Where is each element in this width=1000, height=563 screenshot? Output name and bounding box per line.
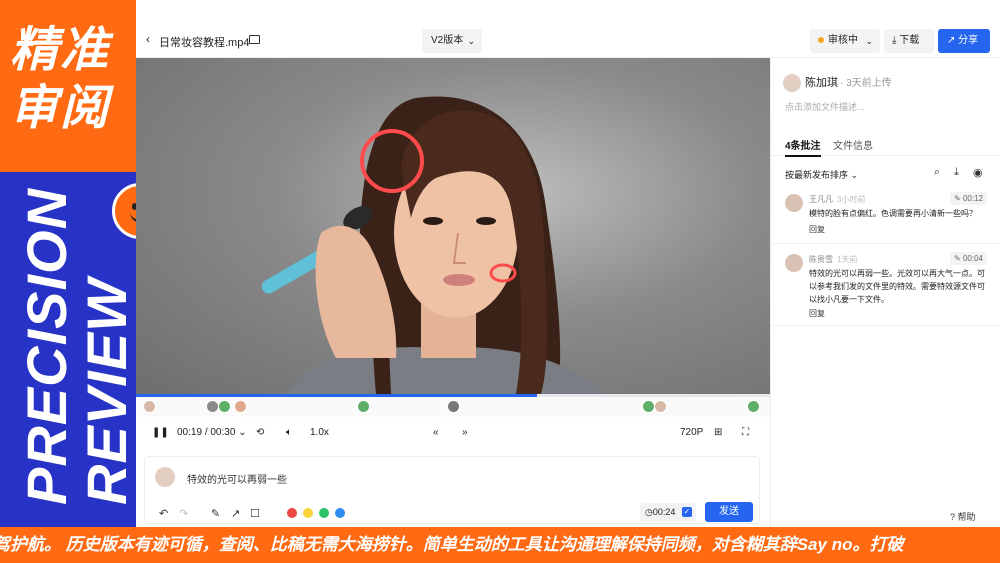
chevron-down-icon: ⌄ (865, 36, 873, 46)
panel-tabs: 4条批注 文件信息 (771, 130, 1000, 157)
video-frame[interactable] (136, 58, 770, 394)
comment-marker[interactable] (447, 400, 460, 413)
share-icon: ↗ (947, 35, 956, 46)
grid-icon[interactable]: ⊞ (714, 427, 722, 438)
promo-banner: 精准 审阅 PRECISION REVIEW (0, 0, 136, 527)
promo-cn-title: 精准 审阅 (10, 24, 111, 135)
arrow-icon[interactable]: ↗ (231, 507, 240, 520)
eye-icon[interactable]: ◉ (973, 166, 983, 179)
comment-timecode[interactable]: ✎ 00:12 (950, 192, 987, 205)
avatar (785, 194, 803, 212)
download-icon[interactable]: ⤓ (954, 166, 959, 179)
reply-button[interactable]: 回复 (809, 224, 825, 235)
chevron-left-icon[interactable]: ‹ (146, 32, 150, 46)
comment-marker[interactable] (747, 400, 760, 413)
tab-comments[interactable]: 4条批注 (785, 137, 821, 157)
color-yellow[interactable] (303, 508, 313, 518)
folder-icon[interactable] (249, 35, 260, 44)
comment-item[interactable]: 王凡凡 3小时前 ✎ 00:12 模特的脸有点偏红。色调需要再小清新一些吗？ 回复 (771, 188, 1000, 244)
volume-icon[interactable]: 🔈︎ (286, 427, 292, 438)
top-bar: ‹ 日常妆容教程.mp4 V2版本 ⌄ 审核中 ⌄ ⤓ 下载 ↗ 分享 (136, 22, 1000, 58)
version-select[interactable]: V2版本 ⌄ (422, 29, 482, 53)
clock-icon: ◷ (645, 507, 653, 517)
share-button[interactable]: ↗ 分享 (938, 29, 990, 53)
prev-frame-button[interactable]: « (433, 427, 439, 438)
avatar (783, 74, 801, 93)
timecode-chip[interactable]: ◷00:24 ✓ (640, 503, 696, 521)
sort-select[interactable]: 按最新发布排序 ⌄ (785, 168, 858, 181)
comment-composer: 特效的光可以再弱一些 ↶ ↷ ✎ ↗ ☐ ◷00:24 ✓ 发送 (144, 456, 760, 524)
status-dot (818, 37, 824, 44)
avatar (155, 467, 175, 487)
comment-marker[interactable] (357, 400, 370, 413)
description-placeholder[interactable]: 点击添加文件描述... (785, 100, 865, 113)
review-status-button[interactable]: 审核中 ⌄ (810, 29, 880, 53)
comment-body: 特效的光可以再弱一些。光效可以再大气一点。可以参考我们发的文件里的特效。需要特效… (809, 269, 985, 304)
review-panel: 陈加琪 · 3天前上传 点击添加文件描述... 4条批注 文件信息 按最新发布排序… (770, 58, 1000, 527)
color-green[interactable] (319, 508, 329, 518)
comment-marker[interactable] (218, 400, 231, 413)
speed-select[interactable]: 1.0x (310, 427, 329, 438)
promo-en-line1: PRECISION (15, 187, 78, 505)
redo-icon[interactable]: ↷ (179, 507, 188, 520)
pen-icon[interactable]: ✎ (211, 507, 220, 520)
color-blue[interactable] (335, 508, 345, 518)
player-controls: ❚❚ 00:19 / 00:30 ⌄ ⟲ 🔈︎ 1.0x « » 720P ⊞ … (136, 417, 770, 447)
comment-body: 模特的脸有点偏红。色调需要再小清新一些吗？ (809, 209, 977, 218)
reply-button[interactable]: 回复 (809, 308, 825, 319)
loop-icon[interactable]: ⟲ (256, 427, 264, 438)
comment-marker[interactable] (654, 400, 667, 413)
file-name: 日常妆容教程.mp4 (159, 37, 250, 49)
chevron-down-icon: ⌄ (850, 170, 859, 180)
tab-file-info[interactable]: 文件信息 (833, 137, 873, 152)
pause-icon[interactable]: ❚❚ (152, 427, 169, 438)
rectangle-icon[interactable]: ☐ (250, 507, 260, 520)
search-icon[interactable]: ⌕ (934, 166, 940, 179)
comment-marker[interactable] (234, 400, 247, 413)
comment-markers-track (136, 397, 770, 417)
comment-marker[interactable] (143, 400, 156, 413)
undo-icon[interactable]: ↶ (159, 507, 168, 520)
quality-select[interactable]: 720P (680, 427, 703, 438)
fullscreen-icon[interactable]: ⛶ (742, 427, 749, 438)
chevron-down-icon: ⌄ (467, 36, 475, 46)
avatar (785, 254, 803, 272)
bottom-ticker: 保驾护航。 历史版本有迹可循，查阅、比稿无需大海捞针。简单生动的工具让沟通理解保… (0, 527, 1000, 563)
time-display: 00:19 / 00:30 ⌄ (177, 427, 247, 438)
color-red[interactable] (287, 508, 297, 518)
send-button[interactable]: 发送 (705, 502, 753, 522)
promo-en-line2: REVIEW (75, 278, 136, 505)
download-icon: ⤓ (892, 35, 897, 46)
download-button[interactable]: ⤓ 下载 (884, 29, 934, 53)
next-frame-button[interactable]: » (462, 427, 468, 438)
check-icon[interactable]: ✓ (682, 507, 692, 517)
comment-input[interactable]: 特效的光可以再弱一些 (187, 471, 287, 486)
help-button[interactable]: ? 帮助 (950, 510, 976, 523)
comment-item[interactable]: 陈贵雪 1天前 ✎ 00:04 特效的光可以再弱一些。光效可以再大气一点。可以参考… (771, 248, 1000, 326)
chevron-down-icon: ⌄ (238, 427, 247, 438)
uploader-info: 陈加琪 · 3天前上传 (783, 74, 892, 93)
comment-timecode[interactable]: ✎ 00:04 (950, 252, 987, 265)
